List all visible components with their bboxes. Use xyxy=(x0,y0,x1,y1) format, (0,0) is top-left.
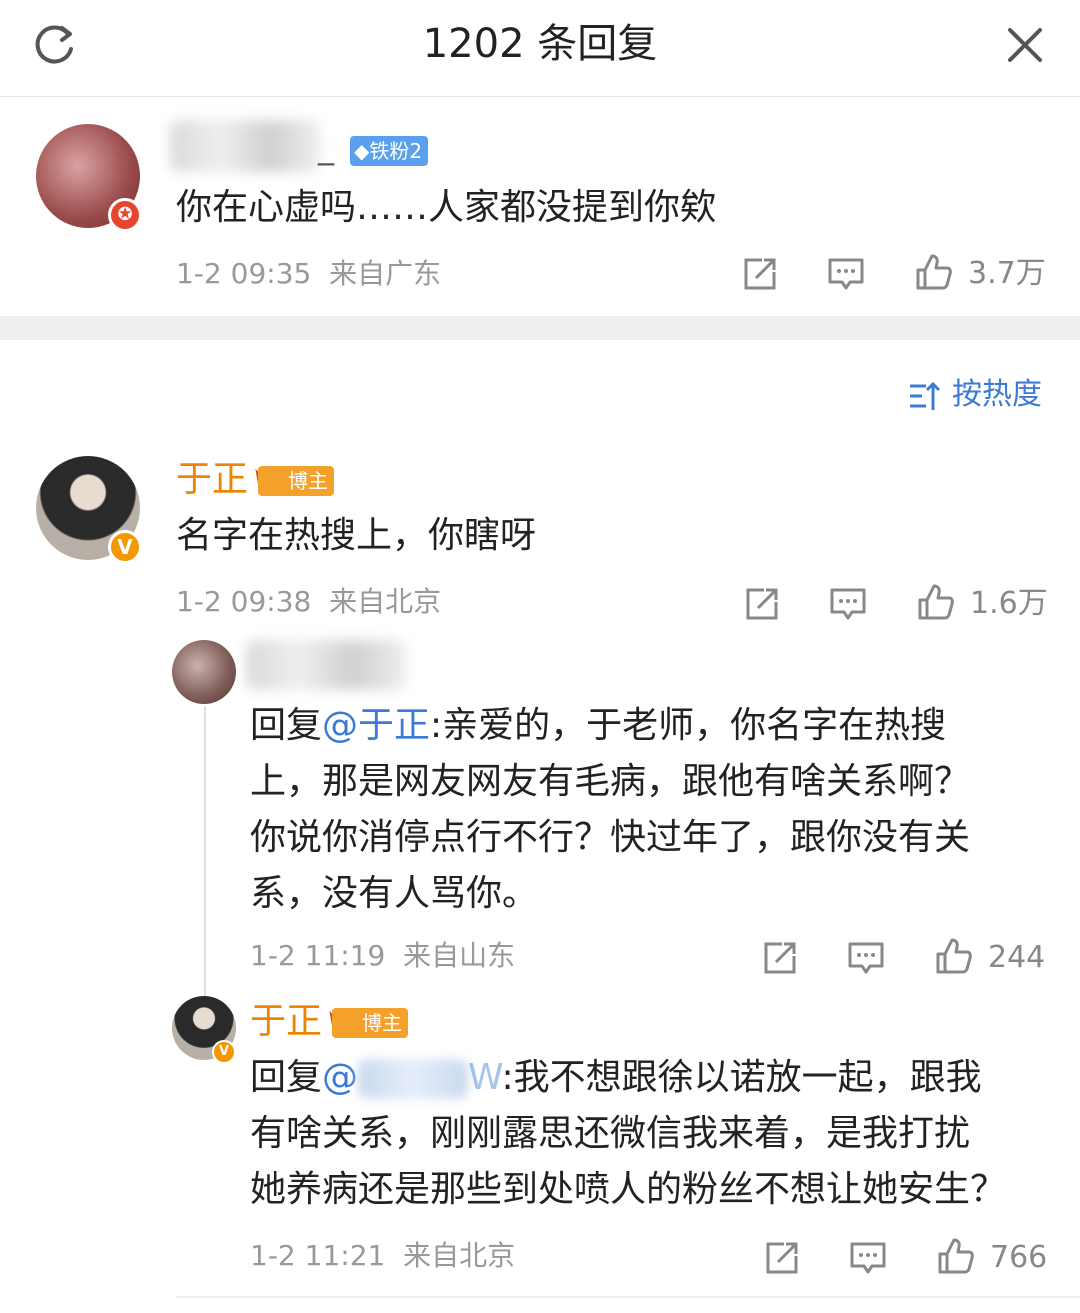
share-icon[interactable] xyxy=(762,1238,802,1278)
verified-badge-icon: V xyxy=(212,1040,236,1064)
fan-badge: ◆铁粉2 xyxy=(350,136,429,166)
comment-icon[interactable] xyxy=(848,1238,888,1278)
like-icon[interactable] xyxy=(936,1236,976,1276)
thread-line xyxy=(204,706,206,1006)
sort-button[interactable]: 按热度 xyxy=(952,374,1042,416)
avatar[interactable] xyxy=(172,640,236,704)
comment-text: 名字在热搜上，你瞎呀 xyxy=(176,515,537,556)
comment-time: 1-2 09:38 来自北京 xyxy=(176,585,442,618)
diamond-icon: ◆ xyxy=(354,139,370,163)
username-blurred[interactable] xyxy=(170,120,320,172)
like-count: 766 xyxy=(990,1240,1048,1275)
comment-icon[interactable] xyxy=(828,584,868,624)
reply-text: 回复@ W:我不想跟徐以诺放一起，跟我 有啥关系，刚刚露思还微信我来着，是我打扰 … xyxy=(250,1057,1007,1210)
like-icon[interactable] xyxy=(916,582,956,622)
reply-time: 1-2 11:21 来自北京 xyxy=(250,1239,516,1272)
username-suffix: _ xyxy=(318,128,334,166)
username[interactable]: 于正 xyxy=(250,998,322,1046)
page-title: 1202 条回复 xyxy=(422,21,658,67)
comment-time: 1-2 09:35 来自广东 xyxy=(176,257,442,290)
username-blurred[interactable] xyxy=(246,640,406,690)
like-count: 3.7万 xyxy=(968,256,1046,291)
like-count: 244 xyxy=(988,940,1046,975)
share-icon[interactable] xyxy=(760,938,800,978)
comment-text: 你在心虚吗……人家都没提到你欸 xyxy=(176,187,717,228)
mention-blurred xyxy=(358,1059,469,1099)
mention-link[interactable]: @ xyxy=(322,1057,358,1098)
share-icon[interactable] xyxy=(740,254,780,294)
reply-time: 1-2 11:19 来自山东 xyxy=(250,939,516,972)
blogger-badge: 博主 xyxy=(258,466,334,496)
sort-icon[interactable] xyxy=(906,378,942,414)
comment-icon[interactable] xyxy=(826,254,866,294)
verified-badge-icon: ✪ xyxy=(108,198,142,232)
share-icon[interactable] xyxy=(742,584,782,624)
close-icon[interactable] xyxy=(1000,20,1050,70)
like-icon[interactable] xyxy=(914,252,954,292)
verified-badge-icon: V xyxy=(108,530,142,564)
reply-text: 回复@于正:亲爱的，于老师，你名字在热搜 上，那是网友网友有毛病，跟他有啥关系啊… xyxy=(250,705,971,914)
section-divider xyxy=(0,316,1080,340)
blogger-badge: 博主 xyxy=(332,1008,408,1038)
bottom-divider xyxy=(176,1296,1080,1298)
mention-link[interactable]: @于正 xyxy=(322,705,430,746)
username[interactable]: 于正 xyxy=(176,456,248,504)
like-count: 1.6万 xyxy=(970,586,1048,621)
comment-icon[interactable] xyxy=(846,938,886,978)
like-icon[interactable] xyxy=(934,936,974,976)
